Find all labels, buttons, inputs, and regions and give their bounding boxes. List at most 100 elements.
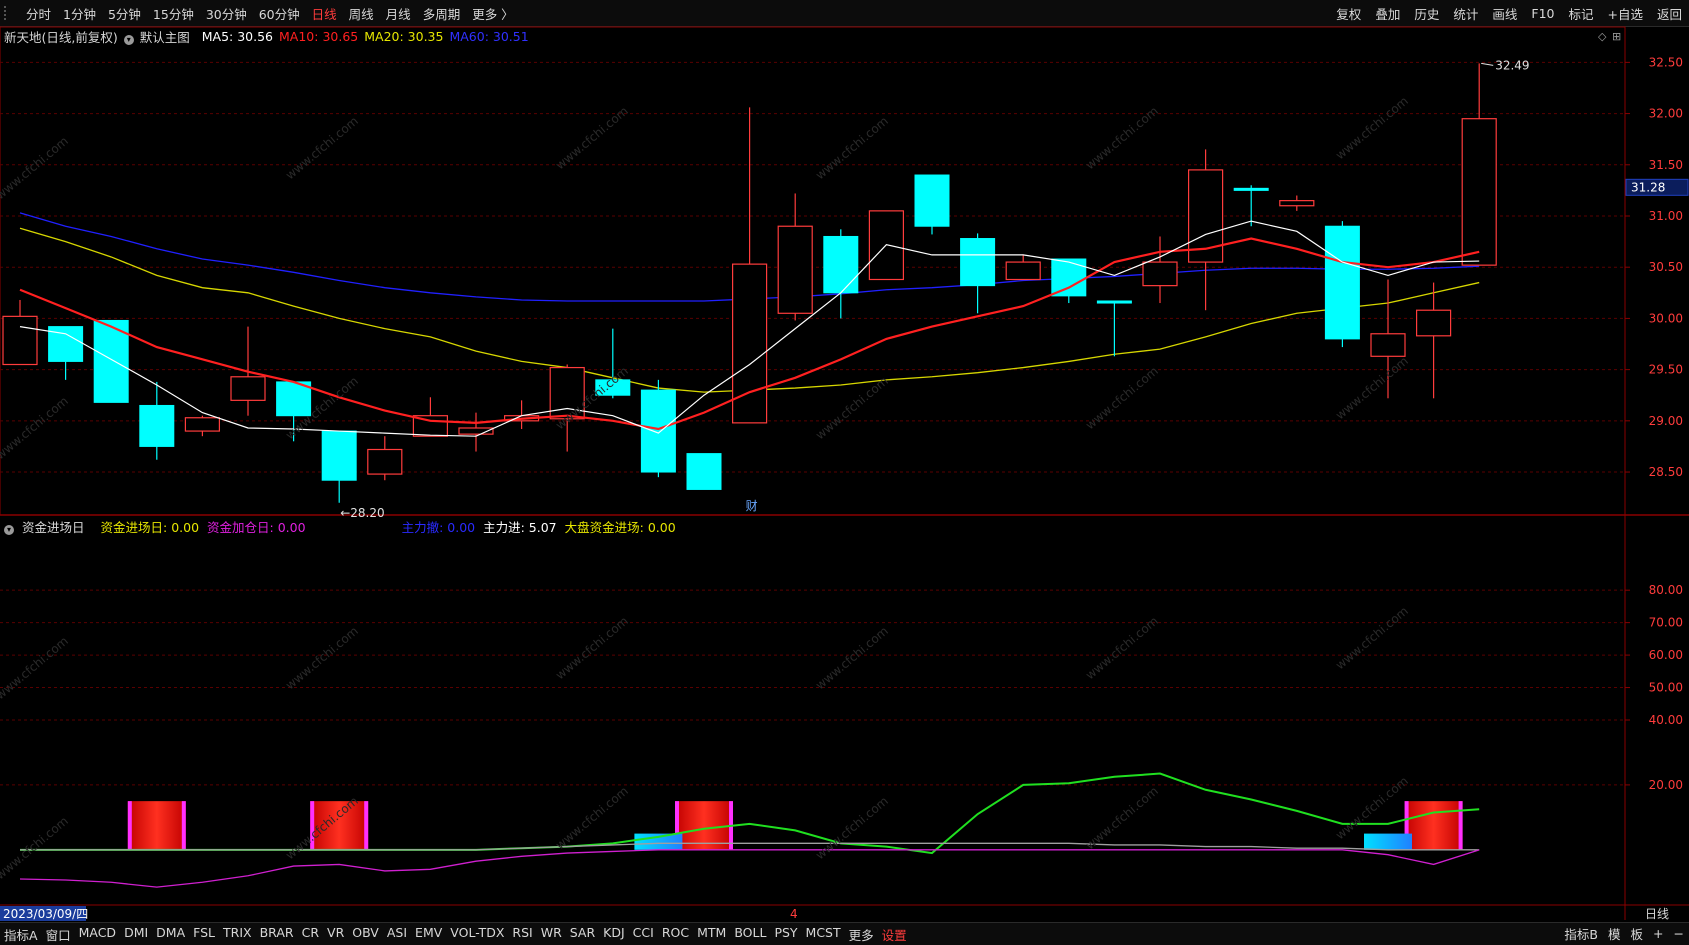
candle-down: [960, 238, 996, 287]
indicator-tab[interactable]: BRAR: [256, 925, 298, 944]
indicator-tabbar-right: 指标B 模板 + −: [1559, 922, 1689, 944]
candle-down: [1096, 300, 1132, 304]
watermark: www.cfchi.com: [0, 394, 71, 463]
capital-inflow-bar-edge: [364, 801, 369, 850]
low-price-label: ←28.20: [340, 506, 384, 520]
indicator-tab[interactable]: VOL-TDX: [446, 925, 508, 944]
y-tick-label: 32.00: [1649, 107, 1683, 121]
tabbar-control[interactable]: −: [1669, 926, 1689, 941]
capital-inflow-bar: [675, 801, 733, 850]
grid-icon: ⊞: [1612, 30, 1621, 43]
indicator-tab[interactable]: OBV: [348, 925, 383, 944]
watermark: www.cfchi.com: [1333, 354, 1411, 423]
y-tick-label: 31.50: [1649, 158, 1683, 172]
y-tick-label: 30.00: [1649, 311, 1683, 325]
period-label: 日线: [1645, 907, 1669, 921]
tabbar-control[interactable]: 指标B: [1559, 924, 1603, 943]
watermark: www.cfchi.com: [1083, 784, 1161, 853]
candle-up: [2, 315, 38, 366]
candle-up: [1370, 333, 1406, 357]
watermark: www.cfchi.com: [553, 614, 631, 683]
indicator-tab[interactable]: KDJ: [599, 925, 629, 944]
indicator-tab[interactable]: 指标A: [0, 925, 42, 944]
capital-inflow-bar: [127, 801, 186, 850]
indicator-line-green: [20, 772, 1480, 855]
indicator-tab[interactable]: 窗口: [42, 925, 75, 944]
tabbar-control[interactable]: 模: [1603, 924, 1626, 943]
indicator-tab[interactable]: WR: [537, 925, 566, 944]
capital-inflow-bar: [1404, 801, 1463, 850]
candle-down: [823, 235, 859, 294]
indicator-y-tick-label: 70.00: [1649, 616, 1683, 630]
indicator-tab[interactable]: MACD: [75, 925, 120, 944]
indicator-tab[interactable]: SAR: [566, 925, 599, 944]
current-price-value: 31.28: [1631, 180, 1665, 194]
finance-marker: 财: [746, 499, 758, 513]
candle-up: [367, 448, 403, 475]
indicator-y-tick-label: 80.00: [1649, 583, 1683, 597]
diamond-icon: ◇: [1598, 30, 1607, 43]
candle-down: [139, 404, 175, 447]
candle-up: [1005, 261, 1041, 281]
indicator-tab[interactable]: FSL: [189, 925, 219, 944]
high-price-label: 32.49: [1495, 58, 1529, 72]
candle-up: [1279, 200, 1315, 207]
indicator-tab[interactable]: RSI: [508, 925, 536, 944]
watermark: www.cfchi.com: [283, 114, 361, 183]
capital-inflow-bar-edge: [181, 801, 186, 850]
candle-down: [914, 174, 950, 227]
watermark: www.cfchi.com: [0, 634, 71, 703]
watermark: www.cfchi.com: [1333, 94, 1411, 163]
watermark: www.cfchi.com: [1083, 614, 1161, 683]
indicator-tab[interactable]: EMV: [411, 925, 446, 944]
y-tick-label: 31.00: [1649, 209, 1683, 223]
tabbar-control[interactable]: 板: [1626, 924, 1649, 943]
indicator-tab[interactable]: ROC: [658, 925, 693, 944]
indicator-tab[interactable]: VR: [323, 925, 348, 944]
watermark: www.cfchi.com: [813, 114, 891, 183]
high-arrow: [1481, 62, 1494, 66]
watermark: www.cfchi.com: [813, 794, 891, 863]
indicator-tab[interactable]: DMA: [152, 925, 189, 944]
capital-inflow-bar-edge: [127, 801, 132, 850]
indicator-tabbar: 指标A 窗口 MACD DMI DMA FSL TRIX BRAR CR VR OBV ASI EMV V…: [0, 922, 1689, 945]
capital-add-bar: [1364, 833, 1412, 850]
indicator-tab[interactable]: MTM: [693, 925, 730, 944]
y-tick-label: 29.50: [1649, 363, 1683, 377]
candle-down: [1233, 187, 1269, 191]
indicator-y-tick-label: 20.00: [1649, 778, 1683, 792]
candle-up: [1142, 261, 1178, 287]
indicator-tab[interactable]: DMI: [120, 925, 152, 944]
candle-down: [640, 389, 676, 473]
watermark: www.cfchi.com: [1083, 364, 1161, 433]
capital-inflow-bar-edge: [1458, 801, 1463, 850]
candle-up: [184, 417, 220, 432]
indicator-tab[interactable]: BOLL: [730, 925, 770, 944]
kline-chart[interactable]: 28.50 29.00 29.50 30.00 30.50 31.00 31.50 32.00…: [0, 0, 1689, 944]
x-axis-marker: 4: [790, 907, 798, 921]
indicator-tab[interactable]: CR: [298, 925, 323, 944]
candle-up: [731, 263, 768, 424]
indicator-tab[interactable]: 更多: [845, 925, 878, 944]
watermark: www.cfchi.com: [0, 134, 71, 203]
y-tick-label: 32.50: [1649, 55, 1683, 69]
indicator-y-tick-label: 60.00: [1649, 648, 1683, 662]
indicator-line-magenta: [19, 849, 1480, 888]
candle-up: [1461, 118, 1497, 266]
indicator-tab[interactable]: MCST: [802, 925, 845, 944]
y-tick-label: 28.50: [1649, 465, 1683, 479]
watermark: www.cfchi.com: [283, 624, 361, 693]
y-tick-label: 29.00: [1649, 414, 1683, 428]
candle-down: [1324, 225, 1360, 340]
watermark: www.cfchi.com: [0, 814, 71, 883]
indicator-tab[interactable]: 设置: [878, 925, 911, 944]
indicator-tab[interactable]: CCI: [629, 925, 658, 944]
y-tick-label: 30.50: [1649, 260, 1683, 274]
indicator-tab[interactable]: ASI: [383, 925, 411, 944]
indicator-tab[interactable]: TRIX: [219, 925, 256, 944]
date-label: 2023/03/09/四: [3, 907, 88, 921]
indicator-tab[interactable]: PSY: [770, 925, 801, 944]
tabbar-control[interactable]: +: [1648, 926, 1668, 941]
indicator-y-tick-label: 40.00: [1649, 713, 1683, 727]
candle-down: [686, 453, 722, 490]
